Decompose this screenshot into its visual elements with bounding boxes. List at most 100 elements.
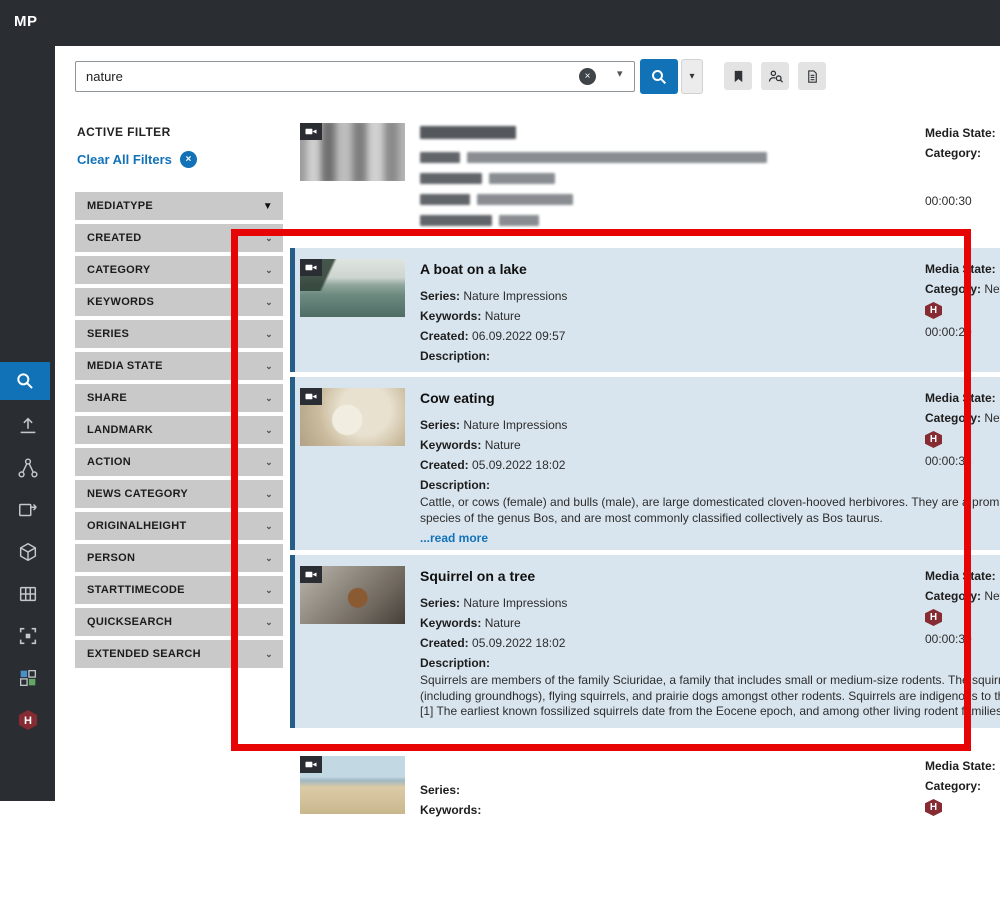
h-logo-badge: H <box>925 431 942 448</box>
h-logo-badge: H <box>925 799 942 816</box>
filter-item-category[interactable]: CATEGORY⌄ <box>75 256 283 284</box>
sidebar-upload-button[interactable] <box>0 412 55 440</box>
keywords-label: Keywords: <box>420 309 481 323</box>
filter-item-keywords[interactable]: KEYWORDS⌄ <box>75 288 283 316</box>
result-item-redacted[interactable]: Media State: Category: 00:00:30 <box>290 112 1000 234</box>
sidebar-export-button[interactable] <box>0 496 55 524</box>
filter-item-share[interactable]: SHARE⌄ <box>75 384 283 412</box>
duration: 00:00:30 <box>925 191 1000 211</box>
chevron-down-icon: ⌄ <box>265 425 273 436</box>
result-title[interactable]: Cow eating <box>420 390 1000 406</box>
chevron-down-icon: ⌄ <box>265 553 273 564</box>
clear-search-icon[interactable]: × <box>579 68 596 85</box>
created-value: 06.09.2022 09:57 <box>472 329 565 343</box>
description-label: Description: <box>420 478 490 492</box>
filter-item-series[interactable]: SERIES⌄ <box>75 320 283 348</box>
chevron-down-icon: ⌄ <box>265 457 273 468</box>
chevron-down-icon: ⌄ <box>265 265 273 276</box>
clear-all-filters-link[interactable]: Clear All Filters × <box>77 151 283 168</box>
filter-item-media-state[interactable]: MEDIA STATE⌄ <box>75 352 283 380</box>
saved-searches-button[interactable] <box>761 62 789 90</box>
filter-item-mediatype[interactable]: MEDIATYPE▼ <box>75 192 283 220</box>
result-title[interactable] <box>420 758 1000 771</box>
filter-item-news-category[interactable]: NEWS CATEGORY⌄ <box>75 480 283 508</box>
video-type-icon <box>300 388 322 405</box>
result-item-partial[interactable]: Series: Keywords: Media State: Category:… <box>290 745 1000 913</box>
chevron-down-icon: ⌄ <box>265 585 273 596</box>
result-item-cow[interactable]: Cow eating Series: Nature Impressions Ke… <box>290 377 1000 550</box>
result-item-boat[interactable]: A boat on a lake Series: Nature Impressi… <box>290 248 1000 372</box>
app-logo: MP <box>14 13 38 30</box>
h-logo-badge: H <box>925 302 942 319</box>
result-thumbnail[interactable] <box>300 388 405 446</box>
filter-item-extended-search[interactable]: EXTENDED SEARCH⌄ <box>75 640 283 668</box>
result-meta: Media State: Category: 00:00:30 <box>925 123 1000 211</box>
clear-filters-x-icon[interactable]: × <box>180 151 197 168</box>
chevron-down-icon: ⌄ <box>265 649 273 660</box>
video-type-icon <box>300 123 322 140</box>
media-state-label: Media State: <box>925 388 1000 408</box>
category-label: Category: <box>925 282 981 296</box>
sidebar-h-logo-button[interactable]: H <box>0 706 55 734</box>
document-button[interactable] <box>798 62 826 90</box>
keywords-value: Nature <box>485 616 521 630</box>
chevron-down-icon: ▼ <box>263 201 273 212</box>
bookmark-icon <box>731 69 746 84</box>
chevron-down-icon: ⌄ <box>265 393 273 404</box>
upload-icon <box>17 415 39 437</box>
result-title[interactable]: Squirrel on a tree <box>420 568 1000 584</box>
person-search-icon <box>767 68 784 85</box>
sidebar-scan-button[interactable] <box>0 622 55 650</box>
series-label: Series: <box>420 418 460 432</box>
scan-icon <box>17 625 39 647</box>
svg-text:H: H <box>24 715 32 727</box>
filter-item-originalheight[interactable]: ORIGINALHEIGHT⌄ <box>75 512 283 540</box>
results-list: Media State: Category: 00:00:30 A boat o… <box>290 112 1000 801</box>
chevron-down-icon: ⌄ <box>265 521 273 532</box>
search-button[interactable] <box>640 59 678 94</box>
media-state-label: Media State: <box>925 756 1000 776</box>
description-text: Cattle, or cows (female) and bulls (male… <box>420 495 1000 511</box>
result-title[interactable]: A boat on a lake <box>420 261 1000 277</box>
keywords-value: Nature <box>485 309 521 323</box>
series-label: Series: <box>420 783 460 797</box>
result-thumbnail[interactable] <box>300 756 405 814</box>
chevron-down-icon: ⌄ <box>265 489 273 500</box>
filter-item-landmark[interactable]: LANDMARK⌄ <box>75 416 283 444</box>
category-value: News <box>984 589 1000 603</box>
h-logo-icon: H <box>16 708 40 732</box>
result-thumbnail[interactable] <box>300 123 405 181</box>
series-value: Nature Impressions <box>463 289 567 303</box>
description-label: Description: <box>420 656 490 670</box>
result-info-redacted <box>420 123 1000 233</box>
sidebar-modules-button[interactable] <box>0 664 55 692</box>
filter-item-person[interactable]: PERSON⌄ <box>75 544 283 572</box>
filter-item-created[interactable]: CREATED⌄ <box>75 224 283 252</box>
bookmark-button[interactable] <box>724 62 752 90</box>
result-meta: Media State: Category: H <box>925 756 1000 819</box>
search-suggestions-chevron-down-icon[interactable]: ▾ <box>617 67 623 80</box>
media-state-label: Media State: <box>925 259 1000 279</box>
filter-item-starttimecode[interactable]: STARTTIMECODE⌄ <box>75 576 283 604</box>
category-label: Category: <box>925 779 981 793</box>
result-item-squirrel[interactable]: Squirrel on a tree Series: Nature Impres… <box>290 555 1000 728</box>
result-thumbnail[interactable] <box>300 566 405 624</box>
result-meta: Media State: Category: News H 00:00:36 <box>925 388 1000 471</box>
filter-item-action[interactable]: ACTION⌄ <box>75 448 283 476</box>
chevron-down-icon: ⌄ <box>265 297 273 308</box>
filter-item-quicksearch[interactable]: QUICKSEARCH⌄ <box>75 608 283 636</box>
description-text: species of the genus Bos, and are most c… <box>420 511 1000 527</box>
sidebar-package-button[interactable] <box>0 538 55 566</box>
read-more-link[interactable]: ...read more <box>420 531 1000 545</box>
category-label: Category: <box>925 411 981 425</box>
series-value: Nature Impressions <box>463 418 567 432</box>
sidebar-search-button[interactable] <box>0 362 50 400</box>
search-options-dropdown-button[interactable]: ▾ <box>681 59 703 94</box>
description-text: (including groundhogs), flying squirrels… <box>420 689 1000 705</box>
sidebar-workflow-button[interactable] <box>0 454 55 482</box>
search-input[interactable] <box>75 61 635 92</box>
search-icon <box>650 68 668 86</box>
result-thumbnail[interactable] <box>300 259 405 317</box>
sidebar-media-grid-button[interactable] <box>0 580 55 608</box>
chevron-down-icon: ⌄ <box>265 233 273 244</box>
